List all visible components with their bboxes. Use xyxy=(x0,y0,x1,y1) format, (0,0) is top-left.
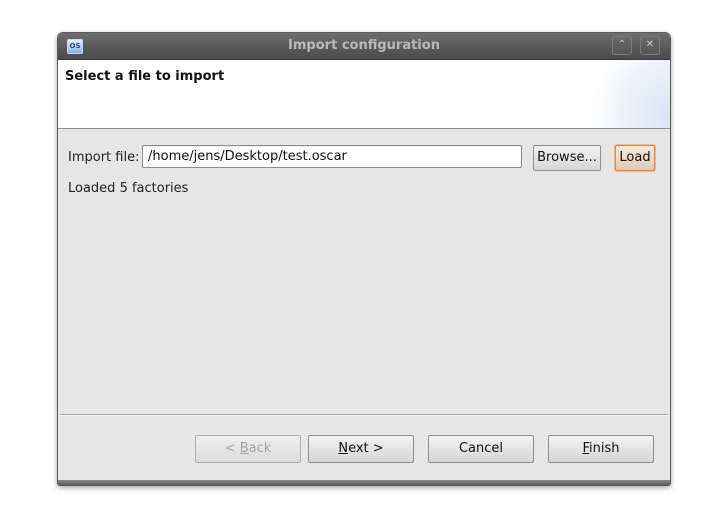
window-bottom-edge xyxy=(58,480,670,485)
next-label-rest: ext > xyxy=(348,441,384,456)
import-file-label: Import file: xyxy=(68,150,140,165)
import-configuration-dialog: OS Import configuration ⌃ ✕ Select a fil… xyxy=(57,32,671,486)
finish-label-rest: inish xyxy=(589,441,620,456)
chevron-up-icon: ⌃ xyxy=(617,39,627,50)
page-title: Select a file to import xyxy=(65,69,225,84)
status-text: Loaded 5 factories xyxy=(68,181,189,196)
close-icon: ✕ xyxy=(645,39,655,50)
wizard-banner: Select a file to import xyxy=(58,60,670,129)
window-title: Import configuration xyxy=(288,38,440,53)
title-bar[interactable]: OS Import configuration ⌃ ✕ xyxy=(58,33,670,60)
maximize-button[interactable]: ⌃ xyxy=(612,36,632,55)
cancel-button[interactable]: Cancel xyxy=(428,435,534,463)
load-button[interactable]: Load xyxy=(615,145,655,171)
next-mnemonic: N xyxy=(338,441,349,456)
back-label-rest: ack xyxy=(248,441,272,456)
banner-decoration xyxy=(590,60,670,128)
browse-button[interactable]: Browse... xyxy=(533,145,601,171)
next-button[interactable]: Next > xyxy=(308,435,414,463)
button-bar-separator xyxy=(60,414,668,416)
close-button[interactable]: ✕ xyxy=(640,36,660,55)
back-prefix: < xyxy=(224,441,240,456)
import-file-input[interactable]: /home/jens/Desktop/test.oscar xyxy=(142,145,522,168)
back-button[interactable]: < Back xyxy=(195,435,301,463)
finish-button[interactable]: Finish xyxy=(548,435,654,463)
back-mnemonic: B xyxy=(239,441,249,456)
